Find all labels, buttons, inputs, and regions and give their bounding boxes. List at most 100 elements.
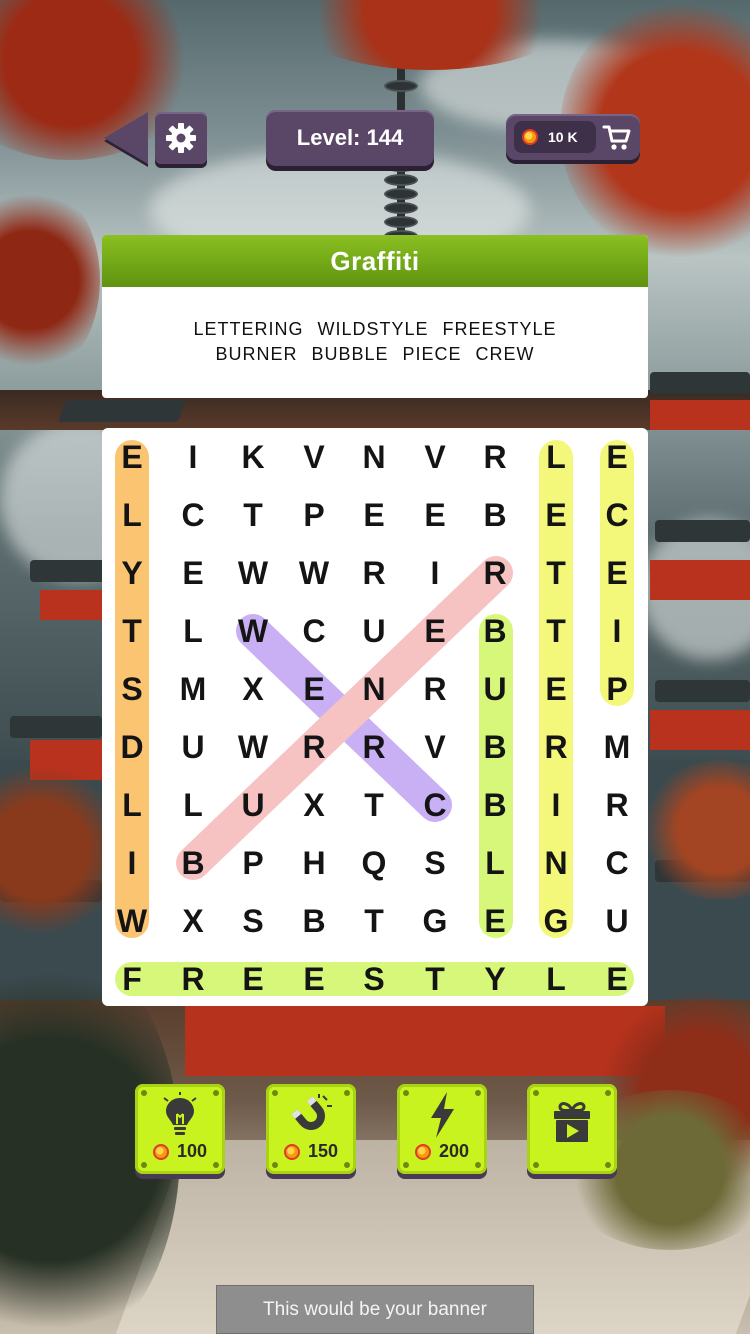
grid-cell[interactable]: L bbox=[465, 834, 525, 892]
grid-cell[interactable]: B bbox=[465, 486, 525, 544]
grid-cell[interactable]: L bbox=[526, 428, 586, 486]
grid-cell[interactable]: E bbox=[223, 950, 283, 1008]
grid-cell[interactable]: T bbox=[223, 486, 283, 544]
grid-cell[interactable]: R bbox=[344, 718, 404, 776]
grid-cell[interactable]: I bbox=[102, 834, 162, 892]
grid-cell[interactable]: C bbox=[587, 834, 647, 892]
grid-cell[interactable]: W bbox=[223, 544, 283, 602]
grid-cell[interactable]: E bbox=[284, 660, 344, 718]
grid-cell[interactable]: V bbox=[405, 428, 465, 486]
grid-cell[interactable]: Q bbox=[344, 834, 404, 892]
grid-cell[interactable]: W bbox=[284, 544, 344, 602]
grid-cell[interactable]: B bbox=[465, 602, 525, 660]
grid-cell[interactable]: T bbox=[344, 892, 404, 950]
grid-cell[interactable]: C bbox=[587, 486, 647, 544]
grid-cell[interactable]: W bbox=[223, 718, 283, 776]
grid-cell[interactable]: G bbox=[526, 892, 586, 950]
grid-cell[interactable]: S bbox=[223, 892, 283, 950]
grid-cell[interactable]: E bbox=[344, 486, 404, 544]
grid-cell[interactable]: M bbox=[163, 660, 223, 718]
grid-cell[interactable]: I bbox=[163, 428, 223, 486]
grid-cell[interactable]: N bbox=[344, 660, 404, 718]
back-button[interactable] bbox=[104, 112, 152, 164]
grid-cell[interactable]: C bbox=[405, 776, 465, 834]
grid-cell[interactable]: R bbox=[163, 950, 223, 1008]
grid-cell[interactable]: E bbox=[163, 544, 223, 602]
grid-cell[interactable]: C bbox=[163, 486, 223, 544]
grid-cell[interactable]: L bbox=[163, 776, 223, 834]
grid-cell[interactable]: L bbox=[163, 602, 223, 660]
grid-cell[interactable]: B bbox=[465, 776, 525, 834]
grid-cell[interactable]: R bbox=[465, 428, 525, 486]
grid-cell[interactable]: B bbox=[284, 892, 344, 950]
coin-balance[interactable]: 10 K bbox=[506, 114, 640, 160]
free-reward-video-button[interactable] bbox=[527, 1084, 617, 1174]
grid-cell[interactable]: S bbox=[102, 660, 162, 718]
grid-cell[interactable]: E bbox=[526, 486, 586, 544]
grid-cell[interactable]: E bbox=[102, 428, 162, 486]
magnet-powerup-button[interactable]: 150 bbox=[266, 1084, 356, 1174]
grid-cell[interactable]: R bbox=[587, 776, 647, 834]
grid-cell[interactable]: C bbox=[284, 602, 344, 660]
grid-cell[interactable]: R bbox=[405, 660, 465, 718]
grid-cell[interactable]: E bbox=[587, 544, 647, 602]
grid-cell[interactable]: P bbox=[223, 834, 283, 892]
grid-cell[interactable]: S bbox=[344, 950, 404, 1008]
grid-cell[interactable]: D bbox=[102, 718, 162, 776]
grid-cell[interactable]: P bbox=[284, 486, 344, 544]
grid-cell[interactable]: R bbox=[284, 718, 344, 776]
grid-cell[interactable]: R bbox=[465, 544, 525, 602]
grid-cell[interactable]: V bbox=[284, 428, 344, 486]
grid-cell[interactable]: E bbox=[405, 486, 465, 544]
grid-cell[interactable]: E bbox=[587, 428, 647, 486]
grid-cell[interactable]: M bbox=[587, 718, 647, 776]
grid-cell[interactable]: B bbox=[465, 718, 525, 776]
grid-cell[interactable]: I bbox=[587, 602, 647, 660]
grid-cell[interactable]: U bbox=[163, 718, 223, 776]
grid-cell[interactable]: V bbox=[405, 718, 465, 776]
grid-cell[interactable]: X bbox=[163, 892, 223, 950]
grid-cell[interactable]: W bbox=[102, 892, 162, 950]
grid-cell[interactable]: Y bbox=[465, 950, 525, 1008]
letter-grid[interactable]: EIKVNVRLELCTPEEBECYEWWRIRTETLWCUEBTISMXE… bbox=[102, 428, 648, 1006]
grid-cell[interactable]: T bbox=[102, 602, 162, 660]
grid-cell[interactable]: P bbox=[587, 660, 647, 718]
grid-cell[interactable]: X bbox=[223, 660, 283, 718]
grid-cell[interactable]: T bbox=[405, 950, 465, 1008]
grid-cell[interactable]: H bbox=[284, 834, 344, 892]
lightning-powerup-button[interactable]: 200 bbox=[397, 1084, 487, 1174]
grid-cell[interactable]: W bbox=[223, 602, 283, 660]
grid-cell[interactable]: R bbox=[526, 718, 586, 776]
grid-cell[interactable]: U bbox=[223, 776, 283, 834]
grid-cell[interactable]: L bbox=[102, 486, 162, 544]
grid-cell[interactable]: I bbox=[526, 776, 586, 834]
grid-cell[interactable]: N bbox=[526, 834, 586, 892]
grid-cell[interactable]: F bbox=[102, 950, 162, 1008]
grid-cell[interactable]: R bbox=[344, 544, 404, 602]
grid-cell[interactable]: N bbox=[344, 428, 404, 486]
grid-cell[interactable]: T bbox=[526, 544, 586, 602]
grid-cell[interactable]: U bbox=[587, 892, 647, 950]
grid-cell[interactable]: E bbox=[465, 892, 525, 950]
grid-cell[interactable]: K bbox=[223, 428, 283, 486]
grid-cell[interactable]: E bbox=[405, 602, 465, 660]
grid-cell[interactable]: E bbox=[284, 950, 344, 1008]
grid-cell[interactable]: S bbox=[405, 834, 465, 892]
grid-cell[interactable]: G bbox=[405, 892, 465, 950]
grid-cell[interactable]: T bbox=[526, 602, 586, 660]
grid-cell[interactable]: L bbox=[102, 776, 162, 834]
grid-cell[interactable]: X bbox=[284, 776, 344, 834]
grid-cell[interactable]: E bbox=[587, 950, 647, 1008]
grid-cell[interactable]: B bbox=[163, 834, 223, 892]
shopping-cart-icon[interactable] bbox=[602, 122, 632, 152]
grid-cell[interactable]: I bbox=[405, 544, 465, 602]
grid-cell[interactable]: U bbox=[344, 602, 404, 660]
grid-cell[interactable]: U bbox=[465, 660, 525, 718]
hint-powerup-button[interactable]: 100 bbox=[135, 1084, 225, 1174]
grid-cell[interactable]: E bbox=[526, 660, 586, 718]
grid-cell[interactable]: Y bbox=[102, 544, 162, 602]
grid-cell[interactable]: L bbox=[526, 950, 586, 1008]
ad-banner[interactable]: This would be your banner bbox=[216, 1285, 534, 1334]
grid-cell[interactable]: T bbox=[344, 776, 404, 834]
settings-button[interactable] bbox=[155, 112, 207, 164]
